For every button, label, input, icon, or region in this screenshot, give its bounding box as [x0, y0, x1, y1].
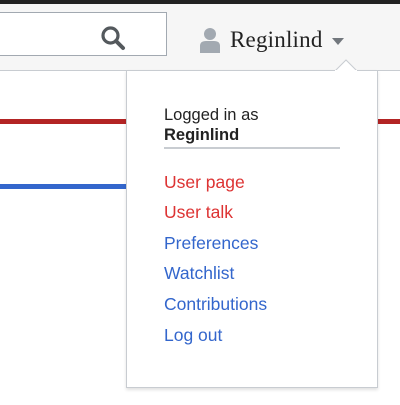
menu-divider [164, 147, 340, 149]
search-input[interactable] [0, 12, 167, 56]
chevron-down-icon[interactable] [331, 37, 344, 46]
menu-item-user-page[interactable]: User page [164, 171, 245, 193]
logged-in-label: Logged in as [164, 106, 259, 124]
logged-in-username: Reginlind [164, 126, 240, 144]
user-icon [200, 28, 220, 53]
red-bar [0, 119, 126, 124]
search-icon[interactable] [100, 25, 126, 51]
menu-item-preferences[interactable]: Preferences [164, 232, 258, 254]
red-bar-right [378, 119, 400, 124]
user-menu-toggle[interactable]: Reginlind [200, 22, 344, 58]
menu-item-watchlist[interactable]: Watchlist [164, 262, 234, 284]
blue-bar [0, 184, 126, 189]
dropdown-pointer [335, 59, 357, 71]
menu-item-contributions[interactable]: Contributions [164, 293, 267, 315]
menu-item-log-out[interactable]: Log out [164, 324, 222, 346]
menu-item-user-talk[interactable]: User talk [164, 201, 233, 223]
user-name[interactable]: Reginlind [230, 27, 323, 53]
